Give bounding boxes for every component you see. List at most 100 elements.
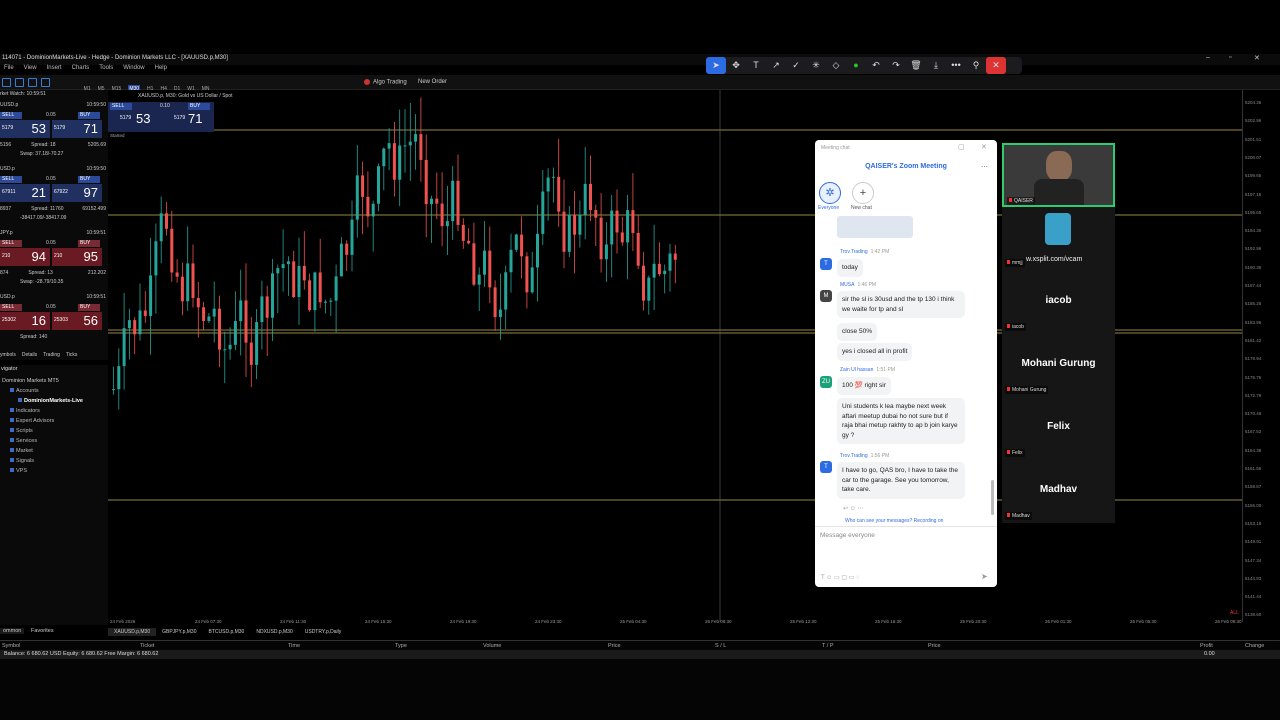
chart-sell-button[interactable]: SELL [110,103,132,110]
lot-input[interactable]: 0.05 [46,112,56,118]
menu-tools[interactable]: Tools [99,65,113,71]
bid-price[interactable]: 210 94 [0,248,50,266]
tab-symbols[interactable]: ymbols [0,352,16,358]
menu-view[interactable]: View [24,65,37,71]
chart-buy-button[interactable]: BUY [188,103,210,110]
chat-scrollbar[interactable] [991,480,994,515]
privacy-note[interactable]: Who can see your messages? Recording on [845,518,943,524]
draw-icon[interactable]: ↗ [766,57,786,74]
new-chart-icon[interactable] [2,78,11,87]
everyone-tab-label[interactable]: Everyone [818,205,839,211]
bid-price[interactable]: 25302 16 [0,312,50,330]
menu-insert[interactable]: Insert [47,65,62,71]
lot-input[interactable]: 0.05 [46,176,56,182]
close-annotation-icon[interactable]: ✕ [986,57,1006,74]
select-icon[interactable]: ➤ [706,57,726,74]
col-profit[interactable]: Profit [1200,643,1213,649]
chart-tab-ndxusd[interactable]: NDXUSD.p,M30 [250,628,298,636]
text-icon[interactable]: T [746,57,766,74]
nav-accounts[interactable]: Accounts [10,388,39,394]
participant-name[interactable]: Mohani Gurung [1002,358,1115,369]
symbol-name[interactable]: UUSD.p 10:59:50 [0,102,106,108]
nav-services[interactable]: Services [10,438,37,444]
buy-button[interactable]: BUY [78,240,100,247]
nav-market[interactable]: Market [10,448,33,454]
col-price-current[interactable]: Price [928,643,941,649]
color-icon[interactable]: ● [846,57,866,74]
reaction-icon[interactable]: ↩ ☺ ⋯ [843,505,864,512]
minimize-icon[interactable]: – [1206,54,1210,61]
tab-common[interactable]: ommon [0,628,25,634]
everyone-tab-icon[interactable]: ✲ [819,182,841,204]
participant-name[interactable]: Felix [1002,421,1115,432]
bid-price[interactable]: 67911 21 [0,184,50,202]
crosshair-icon[interactable] [28,78,37,87]
new-chat-label[interactable]: New chat [851,205,872,211]
message-input[interactable]: Message everyone [820,532,875,539]
chart-tab-btcusd[interactable]: BTCUSD.p,M30 [203,628,251,636]
sell-button[interactable]: SELL [0,304,22,311]
symbol-name[interactable]: USD.p 10:59:51 [0,294,106,300]
col-symbol[interactable]: Symbol [2,643,20,649]
nav-signals[interactable]: Signals [10,458,34,464]
more-icon[interactable]: ••• [946,57,966,74]
menu-charts[interactable]: Charts [72,65,90,71]
eraser-icon[interactable]: ◇ [826,57,846,74]
navigator-root[interactable]: Dominion Markets MT5 [2,378,59,384]
menu-window[interactable]: Window [123,65,144,71]
menu-help[interactable]: Help [155,65,167,71]
col-sl[interactable]: S / L [715,643,726,649]
lot-input[interactable]: 0.05 [46,240,56,246]
move-icon[interactable]: ✥ [726,57,746,74]
chart-tab-usdtry[interactable]: USDTRY.p,Daily [299,628,348,636]
col-type[interactable]: Type [395,643,407,649]
nav-indicators[interactable]: Indicators [10,408,40,414]
chart-ask[interactable]: 71 [188,111,202,126]
maximize-icon[interactable]: ▫ [1229,54,1231,61]
chart-tab-xauusd[interactable]: XAUUSD.p,M30 [108,628,157,636]
tab-details[interactable]: Details [22,352,37,358]
lot-input[interactable]: 0.05 [46,304,56,310]
save-icon[interactable]: ⤓ [926,57,946,74]
bid-price[interactable]: 5179 53 [0,120,50,138]
col-ticket[interactable]: Ticket [140,643,154,649]
lock-icon[interactable]: ⚲ [966,57,986,74]
nav-vps[interactable]: VPS [10,468,27,474]
send-icon[interactable]: ➤ [981,572,988,581]
participant-name[interactable]: iacob [1002,295,1115,306]
sell-button[interactable]: SELL [0,112,22,119]
chart-bid[interactable]: 53 [136,111,150,126]
new-chat-icon[interactable]: + [852,182,874,204]
new-order-button[interactable]: New Order [418,79,447,85]
chart-lot-input[interactable]: 0.10 [160,103,170,109]
buy-button[interactable]: BUY [78,304,100,311]
ask-price[interactable]: 210 95 [52,248,102,266]
ask-price[interactable]: 67922 97 [52,184,102,202]
col-change[interactable]: Change [1245,643,1264,649]
spotlight-icon[interactable]: ✳ [806,57,826,74]
close-icon[interactable]: ✕ [1254,54,1260,62]
chart-tab-gbpjpy[interactable]: GBPJPY.p,M30 [156,628,202,636]
participant-name[interactable]: Madhav [1002,484,1115,495]
ask-price[interactable]: 25303 56 [52,312,102,330]
nav-scripts[interactable]: Scripts [10,428,33,434]
symbol-name[interactable]: USD.p 10:59:50 [0,166,106,172]
popout-icon[interactable]: ▢ [958,143,965,151]
col-volume[interactable]: Volume [483,643,501,649]
col-tp[interactable]: T / P [822,643,834,649]
line-icon[interactable] [41,78,50,87]
nav-account-live[interactable]: DominionMarkets-Live [18,398,83,404]
profiles-icon[interactable] [15,78,24,87]
menu-file[interactable]: File [4,65,14,71]
tab-trading[interactable]: Trading [43,352,60,358]
chat-more-icon[interactable]: ⋯ [981,163,988,171]
qaiser-video[interactable]: QAISER [1002,143,1115,207]
nav-expert-advisors[interactable]: Expert Advisors [10,418,54,424]
sell-button[interactable]: SELL [0,240,22,247]
col-price[interactable]: Price [608,643,621,649]
symbol-name[interactable]: JPY.p 10:59:51 [0,230,106,236]
tab-ticks[interactable]: Ticks [66,352,77,358]
undo-icon[interactable]: ↶ [866,57,886,74]
clear-icon[interactable]: 🗑 [906,57,926,74]
shared-image-thumbnail[interactable] [837,216,913,238]
